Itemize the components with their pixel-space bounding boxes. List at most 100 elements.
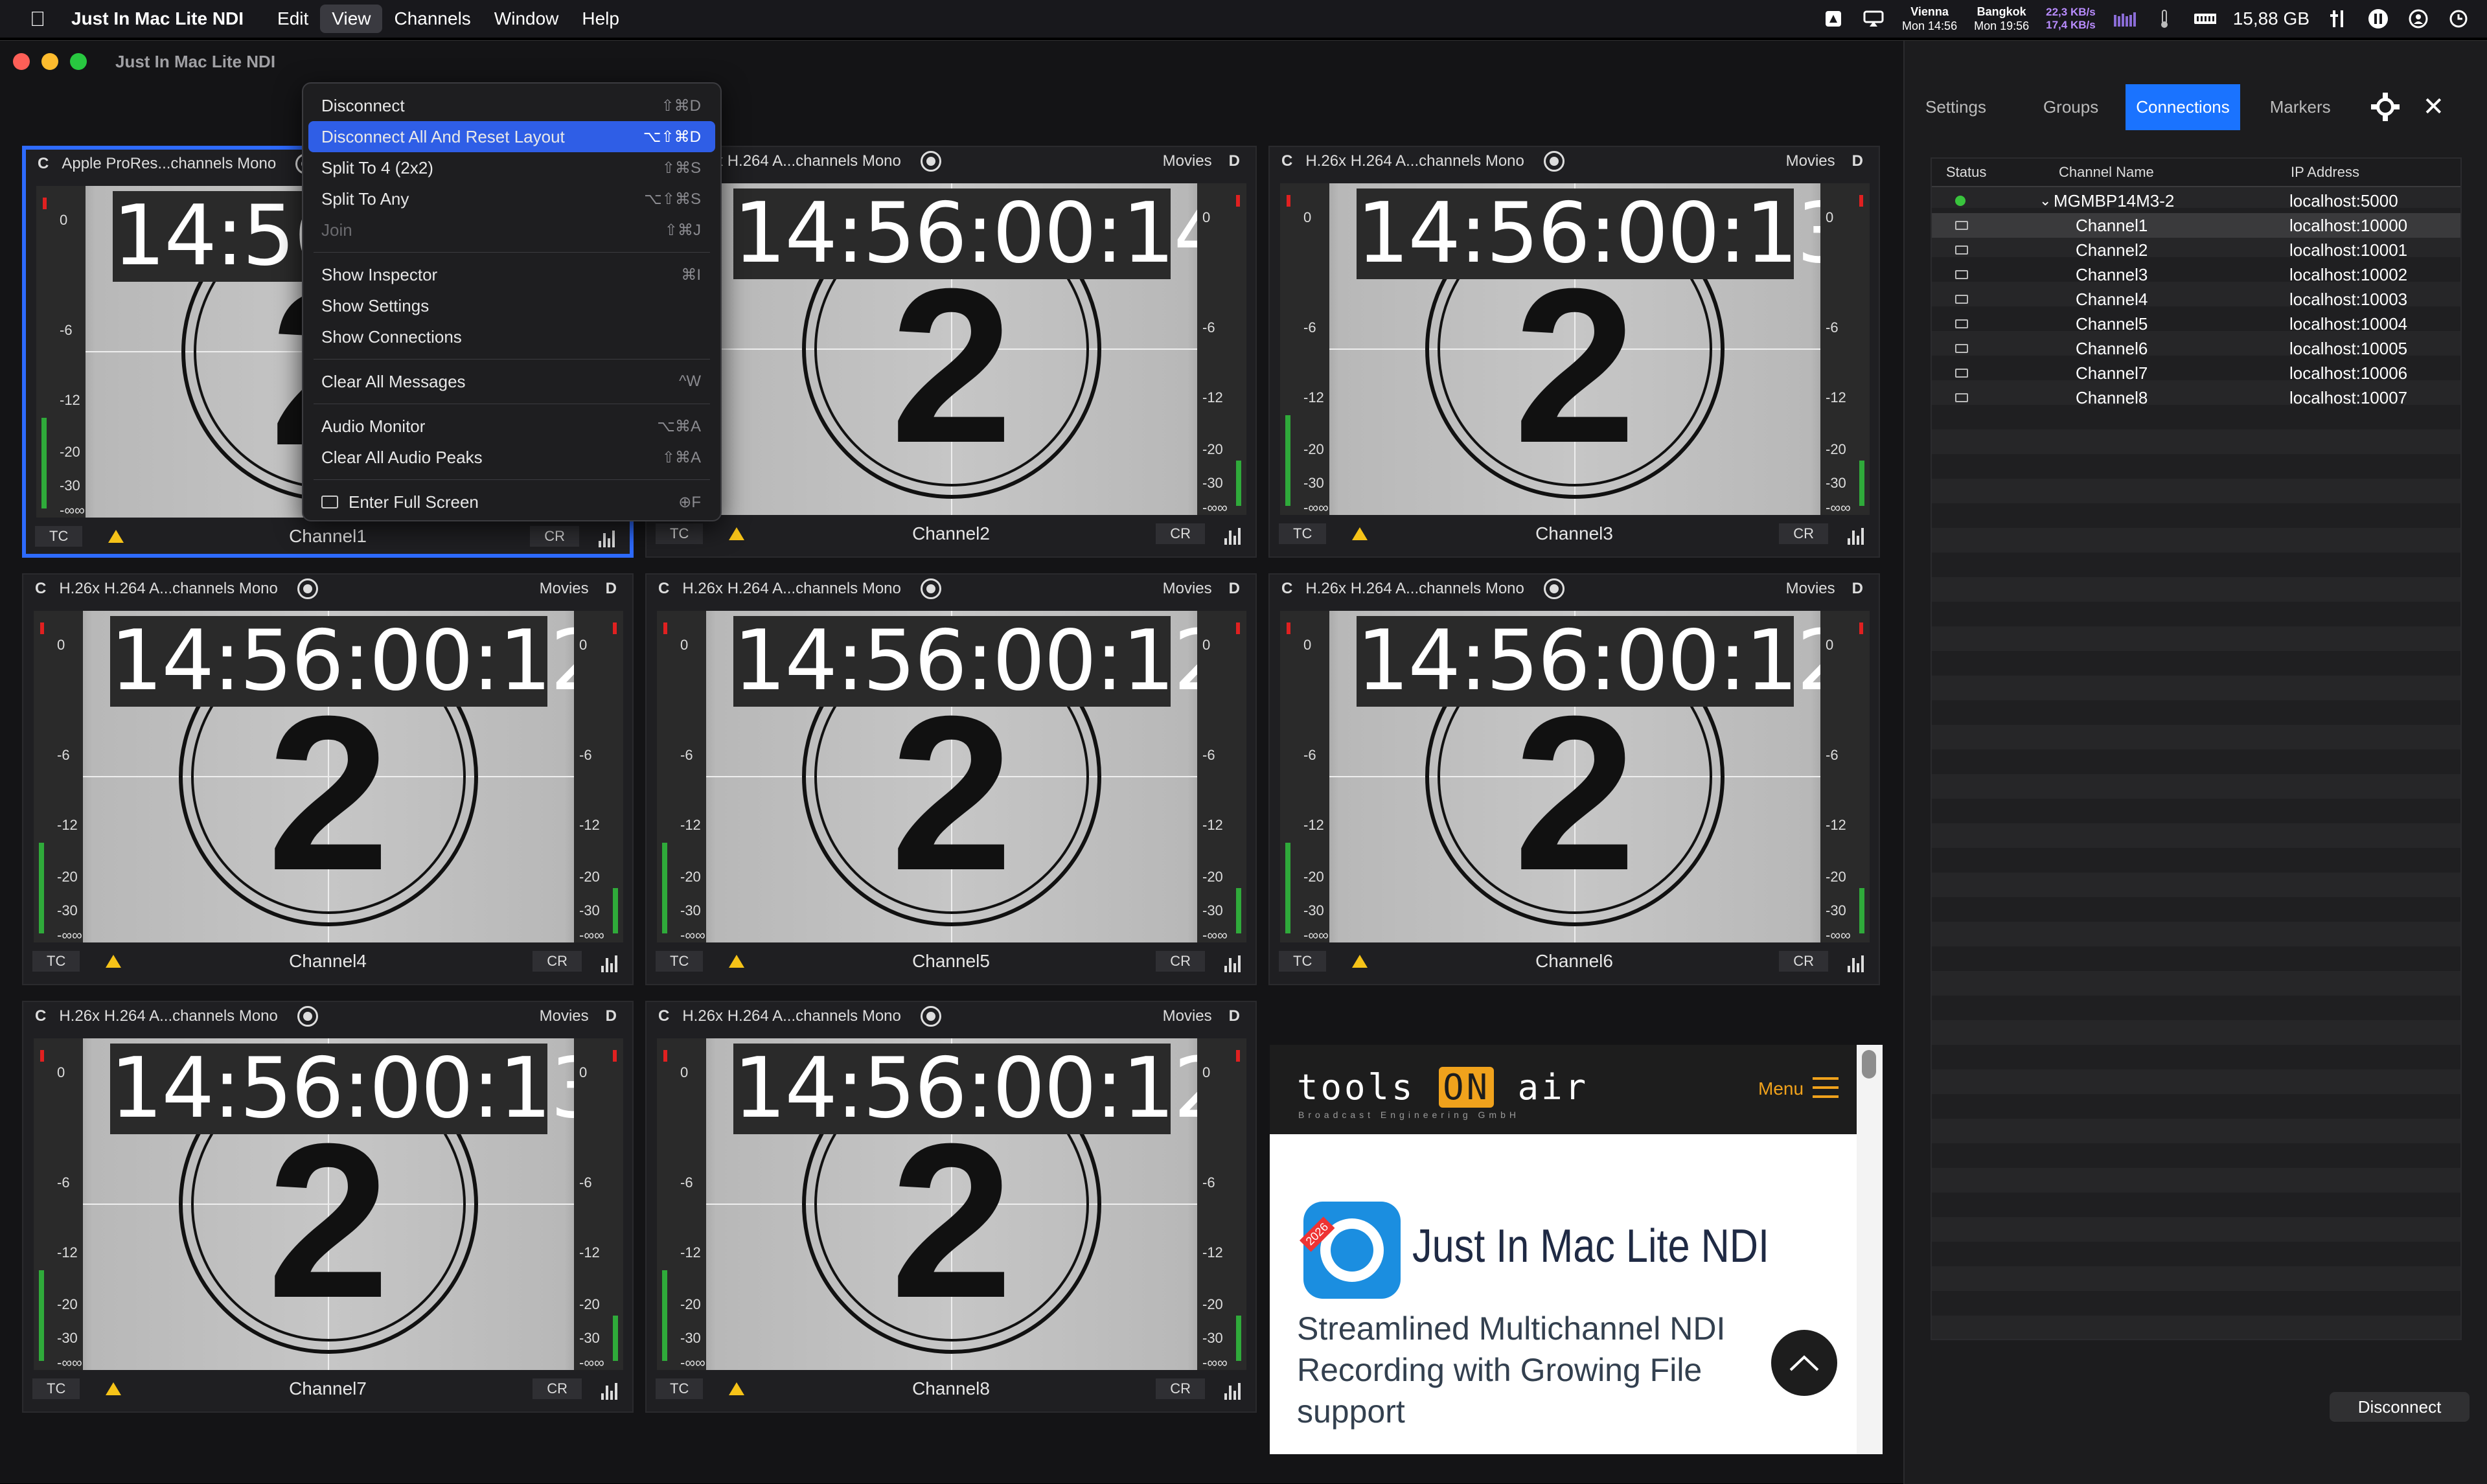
- menu-item[interactable]: Clear All Messages ^W: [308, 366, 715, 397]
- record-icon[interactable]: [297, 578, 318, 599]
- connection-row[interactable]: Channel4 localhost:10003: [1932, 287, 2460, 312]
- tile-d-label[interactable]: D: [1852, 152, 1863, 170]
- tile-c-label[interactable]: C: [35, 580, 46, 598]
- pause-icon[interactable]: [2367, 9, 2390, 29]
- menu-window[interactable]: Window: [483, 5, 571, 33]
- apple-icon[interactable]: : [23, 7, 52, 31]
- channel-tile[interactable]: C H.26x H.264 A...channels Mono Movies D…: [645, 1001, 1257, 1413]
- video-preview[interactable]: 2 14:56:00:12 0 -6 -12 -20 -30 -∞∞ 0 -6 -12 -20 -3…: [1280, 611, 1870, 942]
- menu-channels[interactable]: Channels: [382, 5, 482, 33]
- video-preview[interactable]: 2 14:56:00:13 0 -6 -12 -20 -30 -∞∞ 0 -6 -12 -20 -3…: [34, 1038, 623, 1370]
- row-channel-name: MGMBP14M3-2: [2054, 190, 2175, 211]
- countdown-number: 2: [890, 243, 1013, 489]
- tools-icon[interactable]: [2326, 9, 2350, 29]
- web-menu-link[interactable]: Menu: [1758, 1079, 1804, 1099]
- menu-item[interactable]: Disconnect All And Reset Layout ⌥⇧⌘D: [308, 121, 715, 152]
- menu-item[interactable]: Split To Any ⌥⇧⌘S: [308, 183, 715, 214]
- record-icon[interactable]: [920, 1006, 941, 1027]
- menu-item[interactable]: Clear All Audio Peaks ⇧⌘A: [308, 442, 715, 473]
- web-panel[interactable]: tools ON air Broadcast Engineering GmbH …: [1270, 1045, 1883, 1454]
- menu-item[interactable]: Split To 4 (2x2) ⇧⌘S: [308, 152, 715, 183]
- drive-icon[interactable]: [1822, 9, 1845, 29]
- column-ip-address[interactable]: IP Address: [2291, 164, 2359, 181]
- channel-tile[interactable]: C H.26x H.264 A...channels Mono Movies D…: [1268, 573, 1880, 985]
- menu-item[interactable]: Disconnect ⇧⌘D: [308, 90, 715, 121]
- gear-icon[interactable]: [2370, 93, 2400, 121]
- menu-view[interactable]: View: [320, 5, 383, 33]
- tab-groups[interactable]: Groups: [2033, 84, 2109, 130]
- tile-d-label[interactable]: D: [1229, 152, 1240, 170]
- video-preview[interactable]: 2 14:56:00:12 0 -6 -12 -20 -30 -∞∞ 0 -6 -12 -20 -3…: [657, 1038, 1246, 1370]
- tab-settings[interactable]: Settings: [1915, 84, 1997, 130]
- tile-d-label[interactable]: D: [1229, 1007, 1240, 1025]
- tile-d-label[interactable]: D: [1229, 580, 1240, 598]
- video-preview[interactable]: 2 14:56:00:13 0 -6 -12 -20 -30 -∞∞ 0 -6 -12 -20 -3…: [1280, 183, 1870, 515]
- cpu-graph-icon[interactable]: [2113, 9, 2136, 29]
- close-icon[interactable]: ✕: [2423, 92, 2445, 122]
- record-icon[interactable]: [297, 1006, 318, 1027]
- record-icon[interactable]: [1543, 151, 1564, 172]
- channel-tile[interactable]: C H.26x H.264 A...channels Mono Movies D…: [645, 146, 1257, 558]
- menu-item[interactable]: Show Settings: [308, 290, 715, 321]
- row-ip-address: localhost:10000: [2289, 215, 2408, 235]
- video-preview[interactable]: 2 14:56:00:12 0 -6 -12 -20 -30 -∞∞ 0 -6 -12 -20 -3…: [34, 611, 623, 942]
- video-preview[interactable]: 2 14:56:00:14 0 -6 -12 -20 -30 -∞∞0 -6 -12 -20 -3…: [657, 183, 1246, 515]
- record-icon[interactable]: [1543, 578, 1564, 599]
- app-menu[interactable]: Just In Mac Lite NDI: [71, 8, 244, 29]
- connection-row[interactable]: Channel1 localhost:10000: [1932, 213, 2460, 238]
- menu-item[interactable]: Audio Monitor ⌥⌘A: [308, 411, 715, 442]
- memory-value[interactable]: 15,88 GB: [2233, 8, 2309, 29]
- connection-row[interactable]: Channel8 localhost:10007: [1932, 385, 2460, 410]
- hamburger-icon[interactable]: [1813, 1077, 1839, 1098]
- column-status[interactable]: Status: [1946, 164, 1986, 181]
- record-icon[interactable]: [920, 151, 941, 172]
- clock-bangkok[interactable]: Bangkok Mon 19:56: [1974, 5, 2029, 33]
- tile-d-label[interactable]: D: [606, 1007, 617, 1025]
- tab-connections[interactable]: Connections: [2126, 84, 2240, 130]
- meter-scale-label: -12: [57, 817, 78, 833]
- connection-row[interactable]: Channel3 localhost:10002: [1932, 262, 2460, 287]
- column-channel-name[interactable]: Channel Name: [2059, 164, 2154, 181]
- scroll-to-top-button[interactable]: [1771, 1330, 1837, 1396]
- menu-item[interactable]: Enter Full Screen ⊕F: [308, 486, 715, 518]
- tab-markers[interactable]: Markers: [2260, 84, 2341, 130]
- connection-row[interactable]: Channel7 localhost:10006: [1932, 361, 2460, 385]
- network-speed[interactable]: 22,3 KB/s 17,4 KB/s: [2046, 6, 2096, 32]
- tile-d-label[interactable]: D: [1852, 580, 1863, 598]
- tile-d-label[interactable]: D: [606, 580, 617, 598]
- meter-scale-label: -20: [680, 869, 701, 885]
- clock-icon[interactable]: [2447, 9, 2470, 29]
- disconnect-button[interactable]: Disconnect: [2330, 1392, 2470, 1422]
- record-icon[interactable]: [920, 578, 941, 599]
- channel-tile[interactable]: C H.26x H.264 A...channels Mono Movies D…: [1268, 146, 1880, 558]
- video-preview[interactable]: 2 14:56:00:12 0 -6 -12 -20 -30 -∞∞ 0 -6 -12 -20 -3…: [657, 611, 1246, 942]
- tools-on-air-logo[interactable]: tools ON air: [1297, 1067, 1588, 1108]
- tile-c-label[interactable]: C: [658, 580, 669, 598]
- meter-scale-label: -12: [680, 1244, 701, 1261]
- menu-item[interactable]: Show Connections: [308, 321, 715, 352]
- menu-item[interactable]: Show Inspector ⌘I: [308, 259, 715, 290]
- user-icon[interactable]: [2407, 9, 2430, 29]
- connection-row[interactable]: Channel6 localhost:10005: [1932, 336, 2460, 361]
- channel-tile[interactable]: C H.26x H.264 A...channels Mono Movies D…: [645, 573, 1257, 985]
- meter-scale-label: 0: [1303, 209, 1312, 225]
- connection-row[interactable]: Channel5 localhost:10004: [1932, 312, 2460, 336]
- airplay-icon[interactable]: [1862, 9, 1885, 29]
- clock-vienna[interactable]: Vienna Mon 14:56: [1902, 5, 1957, 33]
- tile-c-label[interactable]: C: [35, 1007, 46, 1025]
- codec-label: H.26x H.264 A...channels Mono: [682, 1007, 901, 1025]
- chevron-down-icon[interactable]: ⌄: [2039, 192, 2051, 209]
- menu-edit[interactable]: Edit: [266, 5, 320, 33]
- tile-c-label[interactable]: C: [1281, 580, 1292, 598]
- memory-icon[interactable]: [2193, 9, 2216, 29]
- menu-help[interactable]: Help: [570, 5, 631, 33]
- connection-host-row[interactable]: ⌄ MGMBP14M3-2 localhost:5000: [1932, 188, 2460, 213]
- connection-row[interactable]: Channel2 localhost:10001: [1932, 238, 2460, 262]
- web-scrollbar[interactable]: [1857, 1045, 1883, 1454]
- tile-c-label[interactable]: C: [658, 1007, 669, 1025]
- thermometer-icon[interactable]: [2153, 9, 2176, 29]
- tile-c-label[interactable]: C: [1281, 152, 1292, 170]
- channel-tile[interactable]: C H.26x H.264 A...channels Mono Movies D…: [22, 1001, 634, 1413]
- channel-tile[interactable]: C H.26x H.264 A...channels Mono Movies D…: [22, 573, 634, 985]
- tile-c-label[interactable]: C: [38, 155, 49, 173]
